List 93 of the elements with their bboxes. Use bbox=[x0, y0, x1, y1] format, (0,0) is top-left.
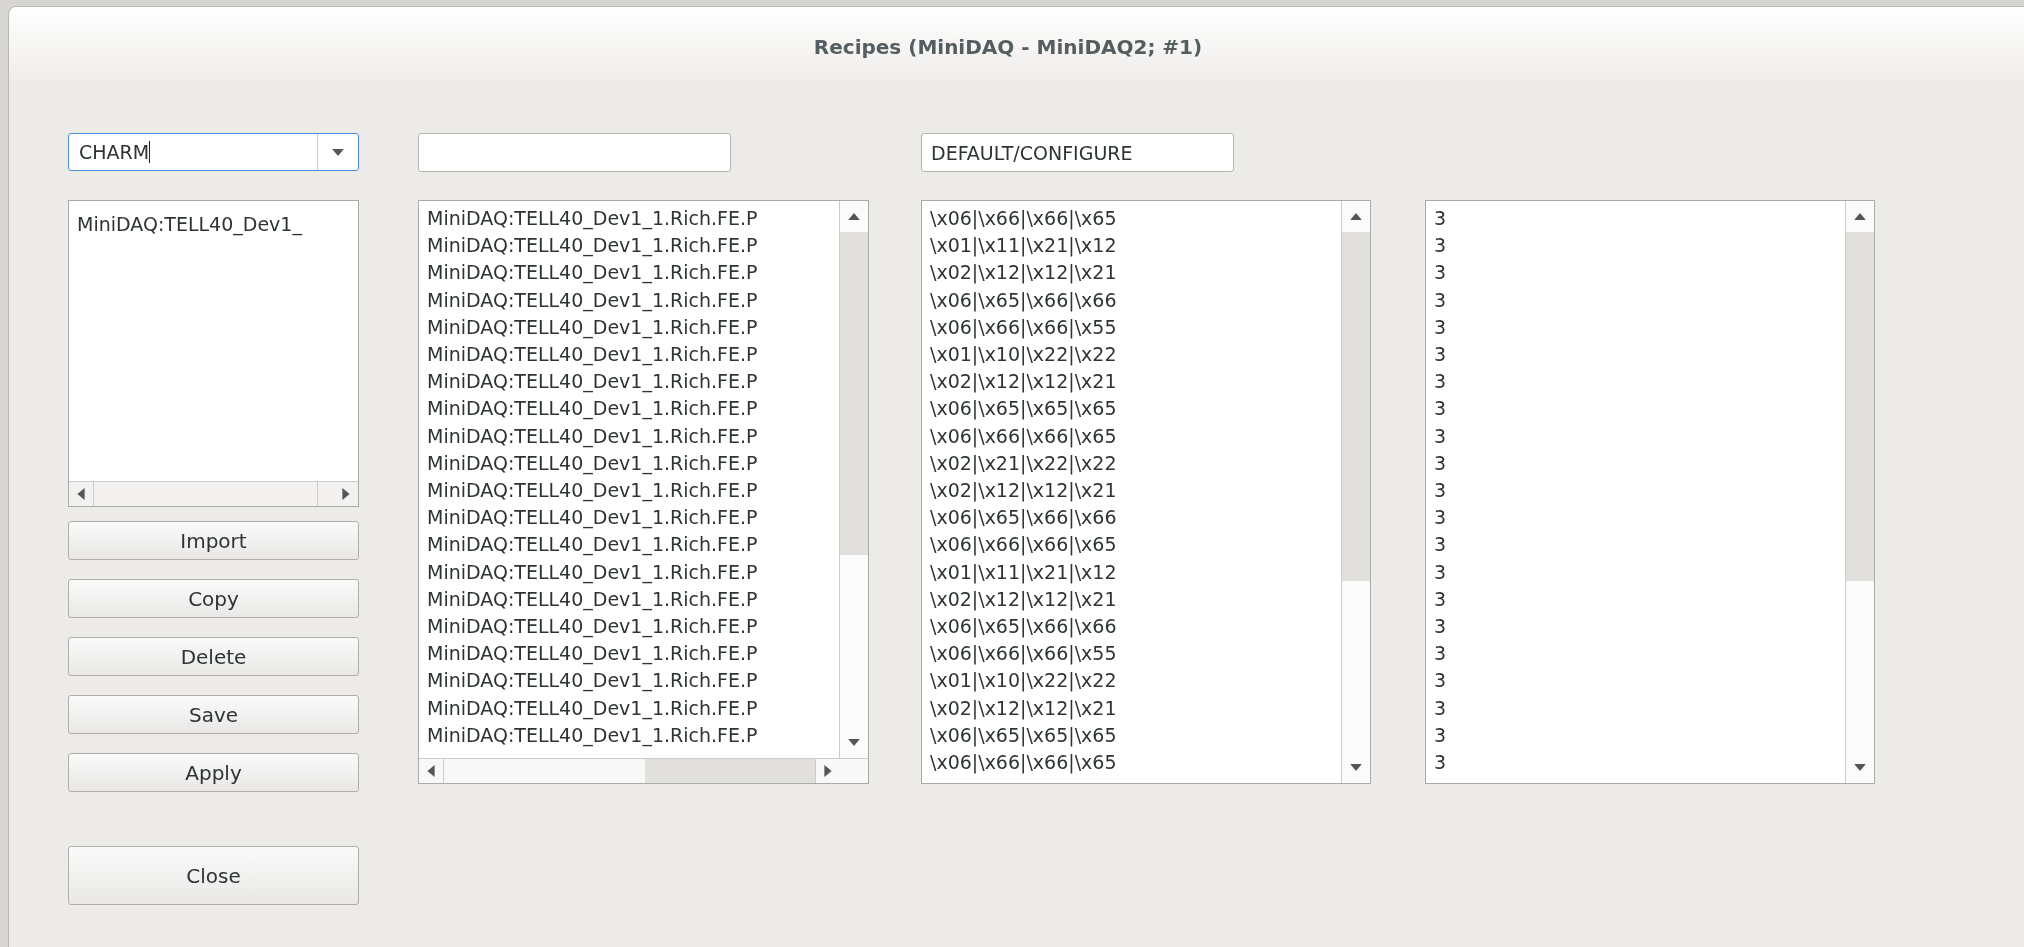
list-item[interactable]: 3 bbox=[1434, 504, 1845, 532]
down-arrow-icon[interactable] bbox=[1350, 764, 1362, 771]
value-list[interactable] bbox=[921, 200, 1371, 784]
type-list[interactable]: 3 3 3 3 3 3 3 3 3 3 3 3 3 3 3 3 3 3 3 3 3 bbox=[1425, 200, 1875, 784]
list-item[interactable]: \x02|\x12|\x12|\x21 bbox=[930, 585, 1341, 614]
left-arrow-icon[interactable] bbox=[77, 488, 85, 500]
list-item[interactable]: MiniDAQ:TELL40_Dev1_1.Rich.FE.P bbox=[427, 286, 839, 314]
list-item[interactable]: 3 bbox=[1434, 667, 1845, 695]
list-item[interactable]: 3 bbox=[1434, 422, 1845, 450]
action-button[interactable]: Apply bbox=[68, 753, 359, 792]
list-item[interactable]: 3 bbox=[1434, 694, 1845, 722]
list-item[interactable]: MiniDAQ:TELL40_Dev1_1.Rich.FE.P bbox=[427, 694, 839, 722]
list-item[interactable]: \x06|\x66|\x66|\x55 bbox=[930, 313, 1341, 341]
list-item[interactable]: \x01|\x11|\x21|\x12 bbox=[930, 232, 1341, 260]
list-item[interactable]: MiniDAQ:TELL40_Dev1_1.Rich.FE.P bbox=[427, 613, 839, 641]
list-item[interactable]: \x06|\x66|\x66|\x55 bbox=[930, 640, 1341, 668]
list-item[interactable]: MiniDAQ:TELL40_Dev1_1.Rich.FE.P bbox=[427, 721, 839, 750]
list-item[interactable]: \x06|\x65|\x66|\x66 bbox=[930, 504, 1341, 532]
filter-field[interactable] bbox=[418, 133, 731, 172]
right-arrow-icon[interactable] bbox=[824, 765, 832, 777]
list-item[interactable]: 3 bbox=[1434, 368, 1845, 396]
list-item[interactable]: \x06|\x65|\x65|\x65 bbox=[930, 395, 1341, 423]
list-item[interactable]: 3 bbox=[1434, 640, 1845, 668]
list-item[interactable]: 3 bbox=[1434, 449, 1845, 478]
list-item[interactable]: 3 bbox=[1434, 585, 1845, 614]
dropdown-arrow-icon bbox=[332, 148, 344, 156]
list-item[interactable]: \x02|\x12|\x12|\x21 bbox=[930, 477, 1341, 505]
recipe-combo[interactable]: CHARM bbox=[68, 133, 359, 171]
list-item[interactable]: 3 bbox=[1434, 395, 1845, 423]
list-item[interactable]: \x01|\x10|\x22|\x22 bbox=[930, 341, 1341, 369]
list-item[interactable]: \x02|\x12|\x12|\x21 bbox=[930, 259, 1341, 287]
list-item[interactable]: \x06|\x66|\x66|\x65 bbox=[930, 422, 1341, 450]
list-item[interactable]: 3 bbox=[1434, 749, 1845, 777]
vertical-scrollbar[interactable] bbox=[1845, 201, 1874, 783]
list-item[interactable]: MiniDAQ:TELL40_Dev1_1.Rich.FE.P bbox=[427, 232, 839, 260]
list-item[interactable]: MiniDAQ:TELL40_Dev1_1.Rich.FE.P bbox=[427, 422, 839, 450]
vertical-scrollbar[interactable] bbox=[1341, 201, 1370, 783]
action-button[interactable]: Save bbox=[68, 695, 359, 734]
down-arrow-icon[interactable] bbox=[1854, 764, 1866, 771]
action-button[interactable]: Delete bbox=[68, 637, 359, 676]
list-item[interactable]: \x06|\x65|\x66|\x66 bbox=[930, 613, 1341, 641]
list-item[interactable]: 3 bbox=[1434, 259, 1845, 287]
action-button[interactable]: Import bbox=[68, 521, 359, 560]
up-arrow-icon[interactable] bbox=[848, 213, 860, 220]
list-item[interactable]: 3 bbox=[1434, 613, 1845, 641]
list-item[interactable]: 3 bbox=[1434, 232, 1845, 260]
list-item[interactable]: 3 bbox=[1434, 558, 1845, 586]
vertical-scrollbar[interactable] bbox=[839, 201, 868, 758]
list-item[interactable]: MiniDAQ:TELL40_Dev1_1.Rich.FE.P bbox=[427, 368, 839, 396]
list-item[interactable]: MiniDAQ:TELL40_Dev1_1.Rich.FE.P bbox=[427, 341, 839, 369]
list-item[interactable]: MiniDAQ:TELL40_Dev1_1.Rich.FE.P bbox=[427, 477, 839, 505]
up-arrow-icon[interactable] bbox=[1854, 213, 1866, 220]
list-item[interactable]: 3 bbox=[1434, 477, 1845, 505]
list-item[interactable]: MiniDAQ:TELL40_Dev1_1.Rich.FE.P bbox=[427, 585, 839, 614]
list-item[interactable]: \x01|\x10|\x22|\x22 bbox=[930, 667, 1341, 695]
list-item[interactable]: MiniDAQ:TELL40_Dev1_1.Rich.FE.P bbox=[427, 395, 839, 423]
left-arrow-icon[interactable] bbox=[427, 765, 435, 777]
list-item[interactable]: 3 bbox=[1434, 205, 1845, 233]
list-item[interactable]: MiniDAQ:TELL40_Dev1_1.Rich.FE.P bbox=[427, 449, 839, 478]
datapoint-list[interactable] bbox=[418, 200, 869, 784]
list-item[interactable]: \x06|\x65|\x65|\x65 bbox=[930, 721, 1341, 750]
list-item[interactable]: MiniDAQ:TELL40_Dev1_1.Rich.FE.P bbox=[427, 504, 839, 532]
list-item[interactable]: 3 bbox=[1434, 531, 1845, 559]
down-arrow-icon[interactable] bbox=[848, 739, 860, 746]
up-arrow-icon[interactable] bbox=[1350, 213, 1362, 220]
list-item[interactable]: \x06|\x66|\x66|\x65 bbox=[930, 205, 1341, 233]
list-item[interactable]: MiniDAQ:TELL40_Dev1_1.Rich.FE.P bbox=[427, 640, 839, 668]
list-item[interactable]: MiniDAQ:TELL40_Dev1_1.Rich.FE.P bbox=[427, 205, 839, 233]
list-item[interactable]: 3 bbox=[1434, 286, 1845, 314]
list-item[interactable]: MiniDAQ:TELL40_Dev1_1.Rich.FE.P bbox=[427, 531, 839, 559]
list-item[interactable]: \x06|\x65|\x66|\x66 bbox=[930, 286, 1341, 314]
list-item[interactable]: \x02|\x21|\x22|\x22 bbox=[930, 449, 1341, 478]
list-item[interactable]: \x06|\x66|\x66|\x65 bbox=[930, 749, 1341, 777]
close-button[interactable]: Close bbox=[68, 846, 359, 905]
list-item[interactable]: \x02|\x12|\x12|\x21 bbox=[930, 694, 1341, 722]
window-title: Recipes (MiniDAQ - MiniDAQ2; #1) bbox=[813, 35, 1203, 59]
right-arrow-icon[interactable] bbox=[342, 488, 350, 500]
list-item[interactable]: 3 bbox=[1434, 341, 1845, 369]
list-item[interactable]: MiniDAQ:TELL40_Dev1_1.Rich.FE.P bbox=[427, 558, 839, 586]
list-item[interactable]: \x06|\x66|\x66|\x65 bbox=[930, 531, 1341, 559]
list-item[interactable]: \x01|\x11|\x21|\x12 bbox=[930, 558, 1341, 586]
list-item[interactable]: \x02|\x12|\x12|\x21 bbox=[930, 368, 1341, 396]
list-item[interactable]: MiniDAQ:TELL40_Dev1_1.Rich.FE.P bbox=[427, 313, 839, 341]
list-item[interactable]: MiniDAQ:TELL40_Dev1_ bbox=[77, 211, 358, 239]
list-item[interactable]: MiniDAQ:TELL40_Dev1_1.Rich.FE.P bbox=[427, 667, 839, 695]
list-item[interactable]: 3 bbox=[1434, 313, 1845, 341]
action-button[interactable]: Copy bbox=[68, 579, 359, 618]
mode-field[interactable]: DEFAULT/CONFIGURE bbox=[921, 133, 1234, 172]
horizontal-scrollbar[interactable] bbox=[419, 758, 868, 783]
list-item[interactable]: 3 bbox=[1434, 721, 1845, 750]
recipe-list[interactable]: MiniDAQ:TELL40_Dev1_ bbox=[68, 200, 359, 507]
horizontal-scrollbar[interactable] bbox=[69, 481, 358, 506]
list-item[interactable]: MiniDAQ:TELL40_Dev1_1.Rich.FE.P bbox=[427, 259, 839, 287]
